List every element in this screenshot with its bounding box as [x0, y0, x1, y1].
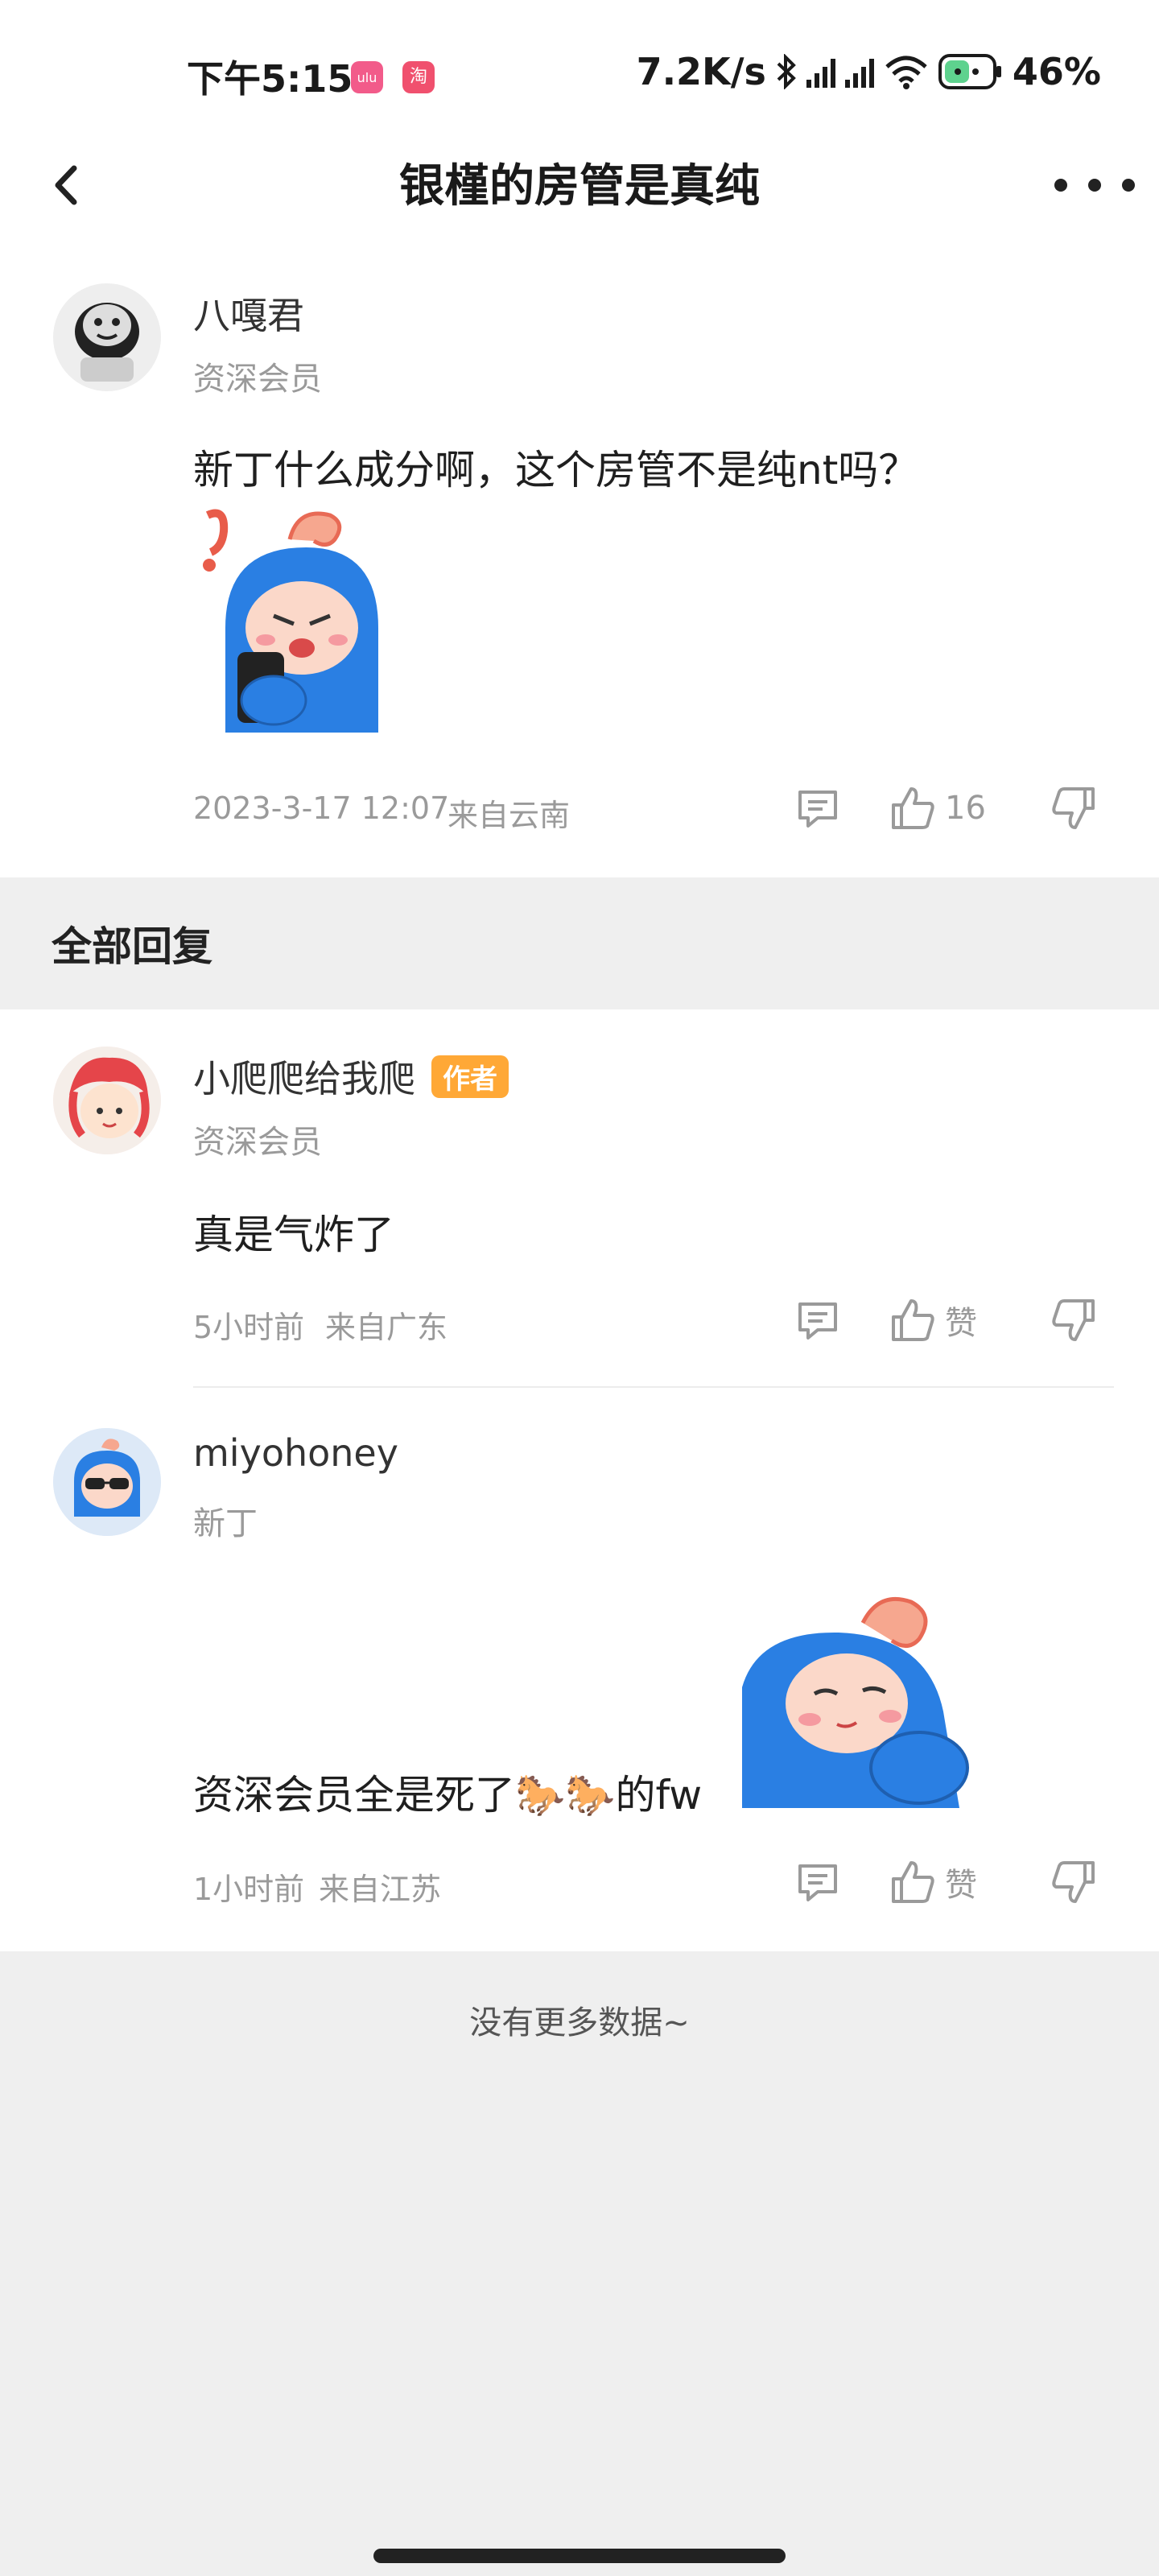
no-more-data-text: 没有更多数据~ [469, 2004, 690, 2041]
reply-time: 5小时前 [193, 1310, 305, 1345]
reply-content: 资深会员全是死了🐎🐎的fw [193, 1772, 703, 1818]
comment-button[interactable] [794, 1858, 842, 1906]
question-mascot-sticker-icon [203, 509, 378, 733]
comment-icon [798, 1864, 837, 1901]
anime-girl-avatar-icon [53, 1046, 161, 1154]
more-dots-icon [1054, 179, 1067, 192]
like-label: 赞 [945, 1867, 977, 1904]
bluetooth-icon [777, 54, 796, 89]
avatar[interactable] [53, 1046, 161, 1154]
app-notification-icon: ulu [351, 61, 383, 93]
username[interactable]: miyohoney [193, 1431, 398, 1475]
signal-icon [844, 56, 874, 88]
avatar[interactable] [53, 1428, 161, 1536]
resting-mascot-sticker-icon [742, 1596, 969, 1808]
comment-icon [798, 1302, 837, 1340]
reply-header: 小爬爬给我爬 作者 [193, 1050, 509, 1103]
taobao-notification-icon: 淘 [402, 61, 435, 93]
main-post [0, 250, 1159, 877]
thumbs-up-icon [892, 1861, 934, 1903]
like-button[interactable]: 赞 [889, 1296, 977, 1344]
thumbs-up-icon [892, 787, 934, 829]
sticker-image [742, 1591, 969, 1808]
reply-location: 来自江苏 [319, 1872, 442, 1907]
like-label: 赞 [945, 1305, 977, 1342]
home-indicator[interactable] [373, 2549, 786, 2563]
thumbs-down-icon [1052, 1861, 1095, 1903]
user-level: 资深会员 [193, 361, 322, 398]
author-badge: 作者 [431, 1055, 509, 1098]
comment-button[interactable] [794, 1296, 842, 1344]
username[interactable]: 小爬爬给我爬 [193, 1050, 415, 1103]
post-content: 新丁什么成分啊，这个房管不是纯nt吗？ [193, 447, 919, 493]
avatar[interactable] [53, 283, 161, 391]
more-button[interactable] [1054, 161, 1135, 209]
dislike-button[interactable] [1050, 1858, 1098, 1906]
sticker-image [193, 507, 406, 733]
user-level: 新丁 [193, 1505, 258, 1542]
page-title: 银槿的房管是真纯 [399, 160, 760, 213]
comment-button[interactable] [794, 784, 842, 832]
thumbs-down-icon [1052, 787, 1095, 829]
post-location: 来自云南 [448, 798, 571, 833]
like-button[interactable]: 赞 [889, 1858, 977, 1906]
meme-face-avatar-icon [53, 283, 161, 391]
like-button[interactable]: 16 [889, 784, 986, 832]
wifi-icon [885, 56, 927, 89]
dislike-button[interactable] [1050, 1296, 1098, 1344]
status-right: 7.2K/s 46% [637, 50, 1101, 93]
replies-section-title: 全部回复 [52, 923, 212, 970]
reply-content: 真是气炸了 [193, 1212, 394, 1258]
thumbs-down-icon [1052, 1299, 1095, 1341]
user-level: 资深会员 [193, 1124, 322, 1161]
battery-icon [938, 54, 1001, 89]
net-speed: 7.2K/s [636, 50, 766, 93]
reply-location: 来自广东 [325, 1310, 448, 1345]
post-timestamp: 2023-3-17 12:07 [193, 791, 450, 826]
reply-time: 1小时前 [193, 1872, 305, 1907]
status-time: 下午5:15 [187, 57, 353, 101]
reply-divider [193, 1386, 1114, 1388]
comment-icon [798, 791, 837, 828]
like-count: 16 [945, 790, 986, 827]
signal-icon [806, 56, 835, 88]
mascot-sunglasses-avatar-icon [53, 1428, 161, 1536]
dislike-button[interactable] [1050, 784, 1098, 832]
username[interactable]: 八嘎君 [193, 287, 304, 340]
battery-percent: 46% [1012, 50, 1101, 93]
thumbs-up-icon [892, 1299, 934, 1341]
